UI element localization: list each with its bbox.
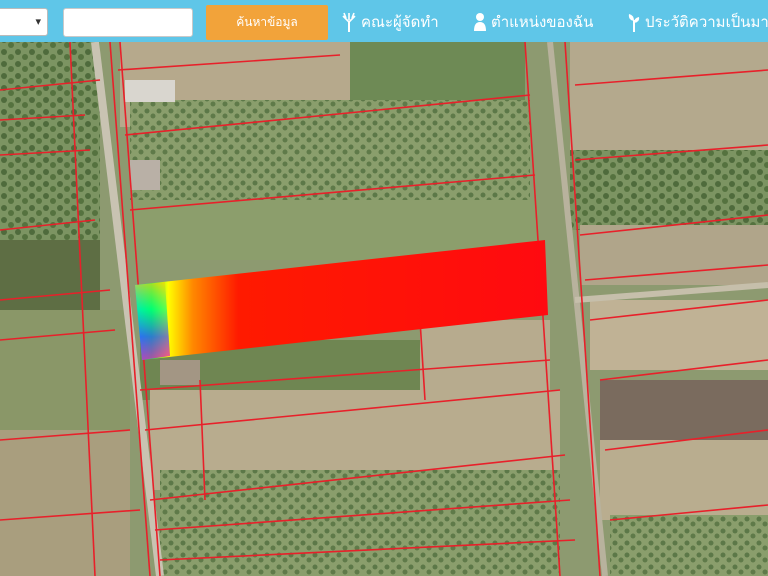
person-icon [474, 13, 486, 31]
field-plot [420, 320, 550, 400]
field-plot [570, 42, 768, 152]
field-plot [580, 225, 768, 285]
nav-item-label: ตำแหน่งของฉัน [491, 13, 594, 31]
nav-item-team[interactable]: คณะผู้จัดทำ [341, 10, 439, 34]
field-plot [0, 310, 130, 430]
field-plot [160, 470, 560, 576]
chevron-down-icon: ▾ [35, 15, 41, 28]
field-plot [350, 42, 525, 107]
field-plot [610, 515, 768, 576]
nav-item-label: คณะผู้จัดทำ [361, 13, 439, 31]
plant-icon [628, 14, 640, 32]
field-plot [0, 430, 130, 576]
field-plot [0, 240, 100, 310]
building [125, 80, 175, 102]
building [130, 160, 160, 190]
tree-icon [342, 12, 356, 32]
field-plot [600, 380, 768, 440]
search-button[interactable]: ค้นหาข้อมูล [206, 5, 328, 40]
nav-item-my-location[interactable]: ตำแหน่งของฉัน [473, 10, 593, 34]
search-input[interactable] [63, 8, 193, 37]
building [160, 360, 200, 385]
top-toolbar: ▾ ค้นหาข้อมูล คณะผู้จัดทำ ตำแหน่งของฉัน … [0, 0, 768, 42]
search-type-select[interactable]: ▾ [0, 8, 48, 36]
nav-item-history[interactable]: ประวัติความเป็นมา [627, 10, 768, 34]
nav-item-label: ประวัติความเป็นมา [645, 13, 768, 31]
field-plot [0, 42, 100, 242]
satellite-map[interactable] [0, 0, 768, 576]
